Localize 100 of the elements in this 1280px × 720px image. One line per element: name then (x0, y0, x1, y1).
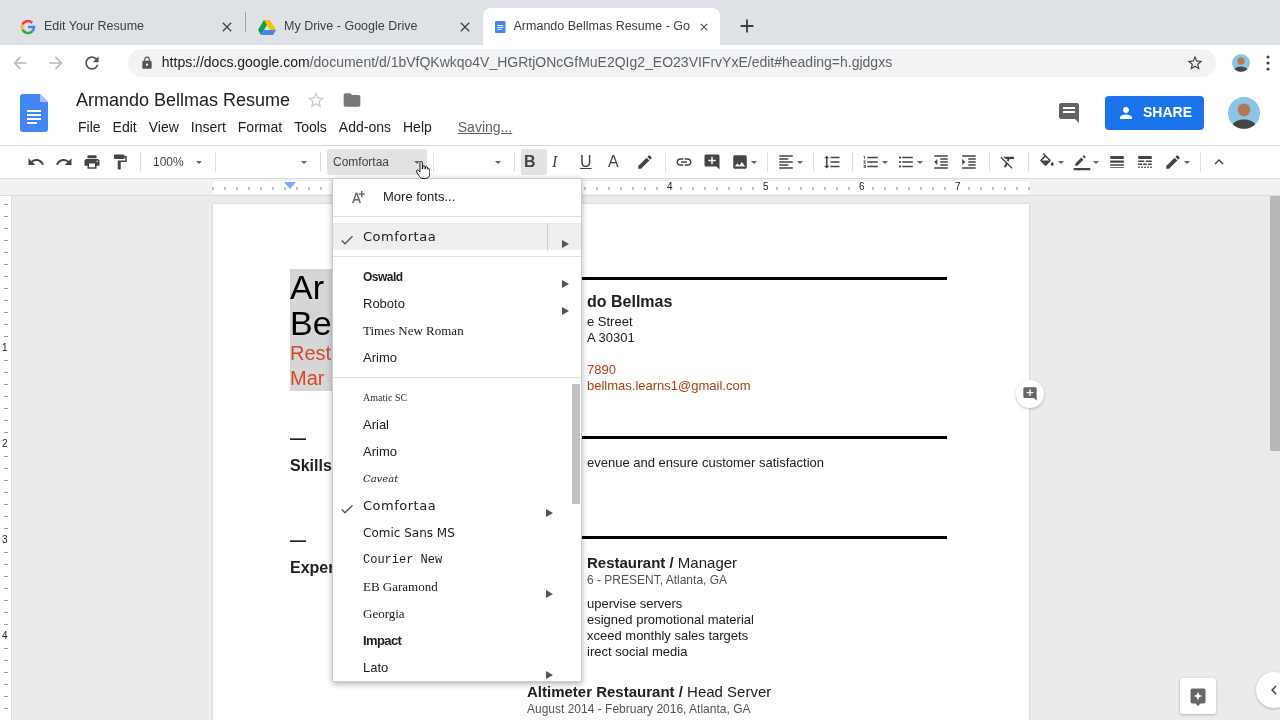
caret-icon (413, 158, 421, 166)
job-dates: 6 - PRESENT, Atlanta, GA (587, 572, 729, 588)
job-dates: August 2014 - February 2016, Atlanta, GA (527, 701, 752, 717)
pen-icon (1164, 153, 1182, 171)
indent-marker[interactable] (284, 182, 296, 190)
scrollbar-thumb[interactable] (1270, 196, 1280, 451)
job-title: Altimeter Restaurant / Head Server (527, 682, 773, 701)
font-option[interactable]: Roboto (333, 290, 581, 317)
add-comment-icon (1022, 386, 1038, 402)
name-text: Ar (290, 269, 332, 305)
caret-icon (1057, 158, 1065, 166)
italic-button[interactable]: I (549, 149, 575, 175)
font-option[interactable]: Arimo (333, 344, 581, 371)
add-comment-icon (703, 153, 721, 171)
document-title[interactable]: Armando Bellmas Resume (76, 89, 291, 111)
name-text: Be (290, 305, 332, 341)
sparkle-icon (1188, 686, 1208, 706)
caret-icon (750, 158, 758, 166)
menu-item[interactable]: View (142, 115, 185, 140)
bullet-text: irect social media (587, 644, 689, 660)
more-icon[interactable] (1266, 54, 1270, 71)
caret-icon (796, 158, 804, 166)
font-option[interactable]: Arimo (333, 438, 581, 465)
caret-icon (1183, 158, 1191, 166)
menu-item[interactable]: File (72, 115, 107, 140)
submenu-arrow-icon (546, 508, 553, 517)
role-text: Rest (290, 341, 332, 366)
underline-button[interactable]: U (577, 149, 603, 175)
phone-text: 7890 (587, 362, 617, 378)
menu-item[interactable]: Insert (184, 115, 232, 140)
font-option[interactable]: Times New Roman (333, 317, 581, 344)
address-text: e Street (587, 314, 634, 330)
font-option[interactable]: Georgia (333, 600, 581, 627)
font-option[interactable]: Courier New (333, 546, 581, 573)
bold-button[interactable]: B (521, 149, 547, 175)
font-option[interactable]: Amatic SC (333, 384, 581, 411)
submenu-arrow-icon (546, 670, 553, 679)
add-comment-button[interactable] (1016, 380, 1044, 408)
font-dropdown[interactable]: Comfortaa (327, 149, 427, 175)
address-bar[interactable]: https://docs.google.com/document/d/1bVfQKwkqo4V_HGRtjONcGfMuE2QIg2_EO23VIFrvYxE/edit#heading=h.gjdgxs (127, 48, 1217, 77)
menu-item[interactable]: Add-ons (332, 115, 397, 140)
submenu-arrow-icon (546, 589, 553, 598)
document-icon (495, 18, 506, 35)
menu-item[interactable]: Format (231, 115, 289, 140)
text-color-button[interactable]: A (605, 149, 631, 175)
tab-title: My Drive - Google Drive (284, 18, 419, 36)
ruler-number: 2 (2, 438, 8, 450)
pen-icon (1073, 153, 1091, 171)
ruler-number: 6 (859, 180, 865, 193)
section-heading: Exper (290, 558, 335, 578)
menu-item[interactable]: Help (397, 115, 438, 140)
ruler-number: 4 (667, 180, 673, 193)
contact-name: do Bellmas (587, 292, 674, 312)
line-dash-icon (1136, 153, 1154, 171)
multicolor-ring-icon (20, 18, 36, 35)
font-option[interactable]: Caveat (333, 465, 581, 492)
caret-icon (494, 158, 502, 166)
lock-icon (139, 55, 154, 70)
role-text: Mar (290, 366, 332, 391)
font-option[interactable]: Arial (333, 411, 581, 438)
browser-tab[interactable]: Edit Your Resume (8, 8, 245, 45)
tab-title: Edit Your Resume (44, 18, 146, 36)
image-icon (731, 153, 749, 171)
explore-button[interactable] (1180, 678, 1216, 714)
print-icon (83, 153, 101, 171)
dash-mark: — (290, 432, 306, 446)
font-option[interactable]: Impact (333, 627, 581, 654)
ruler-number: 3 (2, 534, 8, 546)
save-status-link[interactable]: Saving... (451, 115, 519, 140)
ruler-number: 7 (955, 180, 961, 193)
font-option[interactable]: Comfortaa (333, 492, 581, 519)
avatar-icon[interactable] (1228, 96, 1260, 129)
share-button[interactable]: SHARE (1105, 95, 1204, 130)
submenu-arrow-icon (562, 306, 569, 315)
scrollbar-thumb[interactable] (572, 384, 580, 504)
menu-item[interactable]: Edit (106, 115, 143, 140)
more-fonts-item[interactable]: More fonts... (333, 183, 581, 210)
caret-icon (195, 158, 203, 166)
browser-tab[interactable]: My Drive - Google Drive (246, 8, 483, 45)
section-heading: Skills (290, 456, 332, 476)
submenu-arrow-icon (562, 239, 569, 248)
url-text: https://docs.google.com/document/d/1bVfQKwkqo4V_HGRtjONcGfMuE2QIg2_EO23VIFrvYxE/edit#heading=h.gjdgxs (161, 53, 893, 72)
paint-roller-icon (111, 153, 129, 171)
avatar-icon[interactable] (1232, 53, 1251, 72)
font-option[interactable]: Comfortaa (333, 223, 581, 250)
comment-icon[interactable] (1057, 100, 1081, 125)
docs-logo-icon[interactable] (20, 93, 48, 132)
tab-title: Armando Bellmas Resume - Go (513, 18, 690, 36)
browser-tab[interactable]: Armando Bellmas Resume - Go (483, 8, 720, 45)
align-left-icon (777, 153, 795, 171)
font-option[interactable]: Lato (333, 654, 581, 681)
font-option[interactable]: EB Garamond (333, 573, 581, 600)
ruler-number: 1 (2, 342, 8, 354)
zoom-dropdown[interactable]: 100% (147, 149, 209, 175)
font-option[interactable]: Oswald (333, 263, 581, 290)
caret-icon (1092, 158, 1100, 166)
caret-icon (300, 158, 308, 166)
ruler-number: 4 (2, 630, 8, 642)
menu-item[interactable]: Tools (288, 115, 333, 140)
font-option[interactable]: Comic Sans MS (333, 519, 581, 546)
